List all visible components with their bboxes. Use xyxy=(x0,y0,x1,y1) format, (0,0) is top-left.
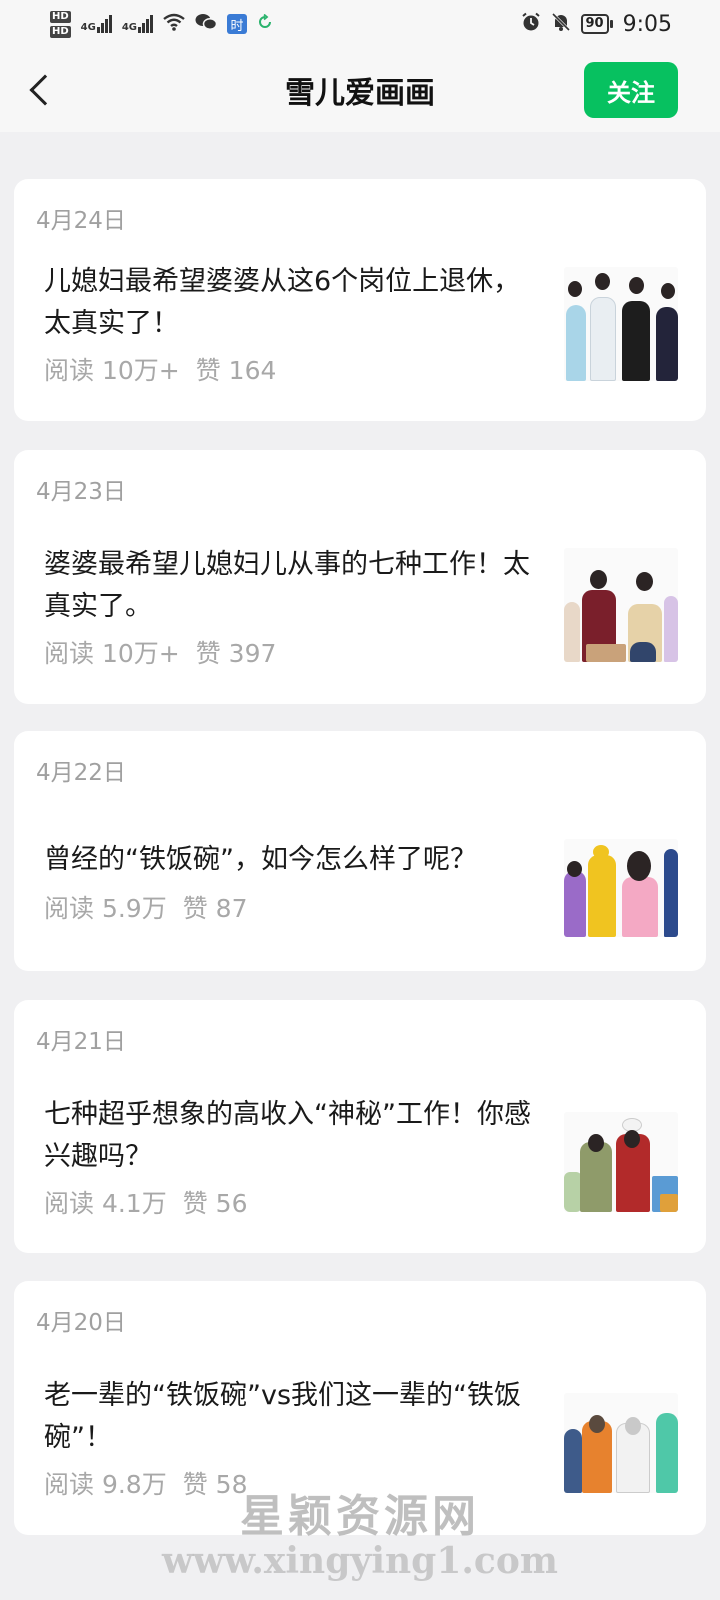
like-count: 赞 397 xyxy=(195,639,277,668)
wechat-icon xyxy=(195,13,218,36)
like-count: 赞 87 xyxy=(182,894,248,923)
article-date: 4月20日 xyxy=(36,1310,126,1336)
article-thumbnail[interactable] xyxy=(564,1393,678,1493)
battery-icon: 90 xyxy=(580,14,613,34)
article-stats: 阅读 4.1万赞 56 xyxy=(44,1184,247,1220)
like-count: 赞 164 xyxy=(195,356,277,385)
follow-button[interactable]: 关注 xyxy=(584,62,678,118)
read-count: 阅读 10万+ xyxy=(44,356,180,385)
read-count: 阅读 4.1万 xyxy=(44,1189,167,1218)
back-button[interactable] xyxy=(20,66,61,114)
article-date: 4月24日 xyxy=(36,208,126,234)
battery-level: 90 xyxy=(580,14,609,34)
read-count: 阅读 5.9万 xyxy=(44,894,167,923)
status-left: HD HD 4G 4G 时 xyxy=(50,10,273,38)
signal-icon-1: 4G xyxy=(81,15,112,33)
mute-bell-icon xyxy=(551,12,571,37)
hd-badge-1: HD xyxy=(50,10,71,23)
signal-icon-2: 4G xyxy=(121,15,154,33)
app-notification-icon: 时 xyxy=(227,14,248,34)
hd-badge-2: HD xyxy=(50,25,71,38)
article-title[interactable]: 老一辈的“铁饭碗”vs我们这一辈的“铁饭碗”！ xyxy=(44,1375,539,1459)
article-card[interactable]: 4月24日 儿媳妇最希望婆婆从这6个岗位上退休，太真实了！ 阅读 10万+ 赞 1… xyxy=(14,179,706,421)
watermark-url: www.xingying1.com xyxy=(162,1540,558,1582)
back-icon xyxy=(29,74,61,106)
like-count: 赞 56 xyxy=(182,1189,248,1218)
page-title: 雪儿爱画画 xyxy=(285,76,435,111)
article-title[interactable]: 婆婆最希望儿媳妇儿从事的七种工作！太真实了。 xyxy=(44,544,539,628)
status-time: 9:05 xyxy=(622,11,672,37)
article-card[interactable]: 4月21日 七种超乎想象的高收入“神秘”工作！你感兴趣吗？ 阅读 4.1万赞 5… xyxy=(14,1000,706,1253)
network-type-2: 4G xyxy=(121,22,138,33)
article-stats: 阅读 9.8万赞 58 xyxy=(44,1465,247,1501)
article-title[interactable]: 儿媳妇最希望婆婆从这6个岗位上退休，太真实了！ xyxy=(44,261,539,345)
read-count: 阅读 9.8万 xyxy=(44,1470,167,1499)
article-card[interactable]: 4月23日 婆婆最希望儿媳妇儿从事的七种工作！太真实了。 阅读 10万+ 赞 39… xyxy=(14,450,706,704)
status-right: 90 9:05 xyxy=(521,11,672,37)
article-thumbnail[interactable] xyxy=(564,548,678,662)
article-title[interactable]: 七种超乎想象的高收入“神秘”工作！你感兴趣吗？ xyxy=(44,1094,539,1178)
article-title[interactable]: 曾经的“铁饭碗”，如今怎么样了呢？ xyxy=(44,839,564,881)
article-card[interactable]: 4月22日 曾经的“铁饭碗”，如今怎么样了呢？ 阅读 5.9万赞 87 xyxy=(14,731,706,971)
article-card[interactable]: 4月20日 老一辈的“铁饭碗”vs我们这一辈的“铁饭碗”！ 阅读 9.8万赞 5… xyxy=(14,1281,706,1535)
article-stats: 阅读 10万+ 赞 164 xyxy=(44,351,276,387)
article-thumbnail[interactable] xyxy=(564,267,678,381)
alarm-icon xyxy=(521,12,541,37)
hd-indicator: HD HD xyxy=(50,10,71,38)
article-date: 4月22日 xyxy=(36,760,126,786)
article-thumbnail[interactable] xyxy=(564,839,678,937)
wifi-icon xyxy=(163,13,185,36)
network-type-1: 4G xyxy=(80,22,96,33)
article-thumbnail[interactable] xyxy=(564,1112,678,1212)
article-date: 4月23日 xyxy=(36,479,126,505)
article-date: 4月21日 xyxy=(36,1029,126,1055)
like-count: 赞 58 xyxy=(182,1470,248,1499)
header-bar: 雪儿爱画画 关注 xyxy=(0,48,720,132)
sync-icon xyxy=(257,13,273,34)
article-stats: 阅读 10万+ 赞 397 xyxy=(44,634,276,670)
read-count: 阅读 10万+ xyxy=(44,639,180,668)
article-stats: 阅读 5.9万赞 87 xyxy=(44,889,247,925)
status-bar: HD HD 4G 4G 时 90 9:05 xyxy=(0,0,720,48)
